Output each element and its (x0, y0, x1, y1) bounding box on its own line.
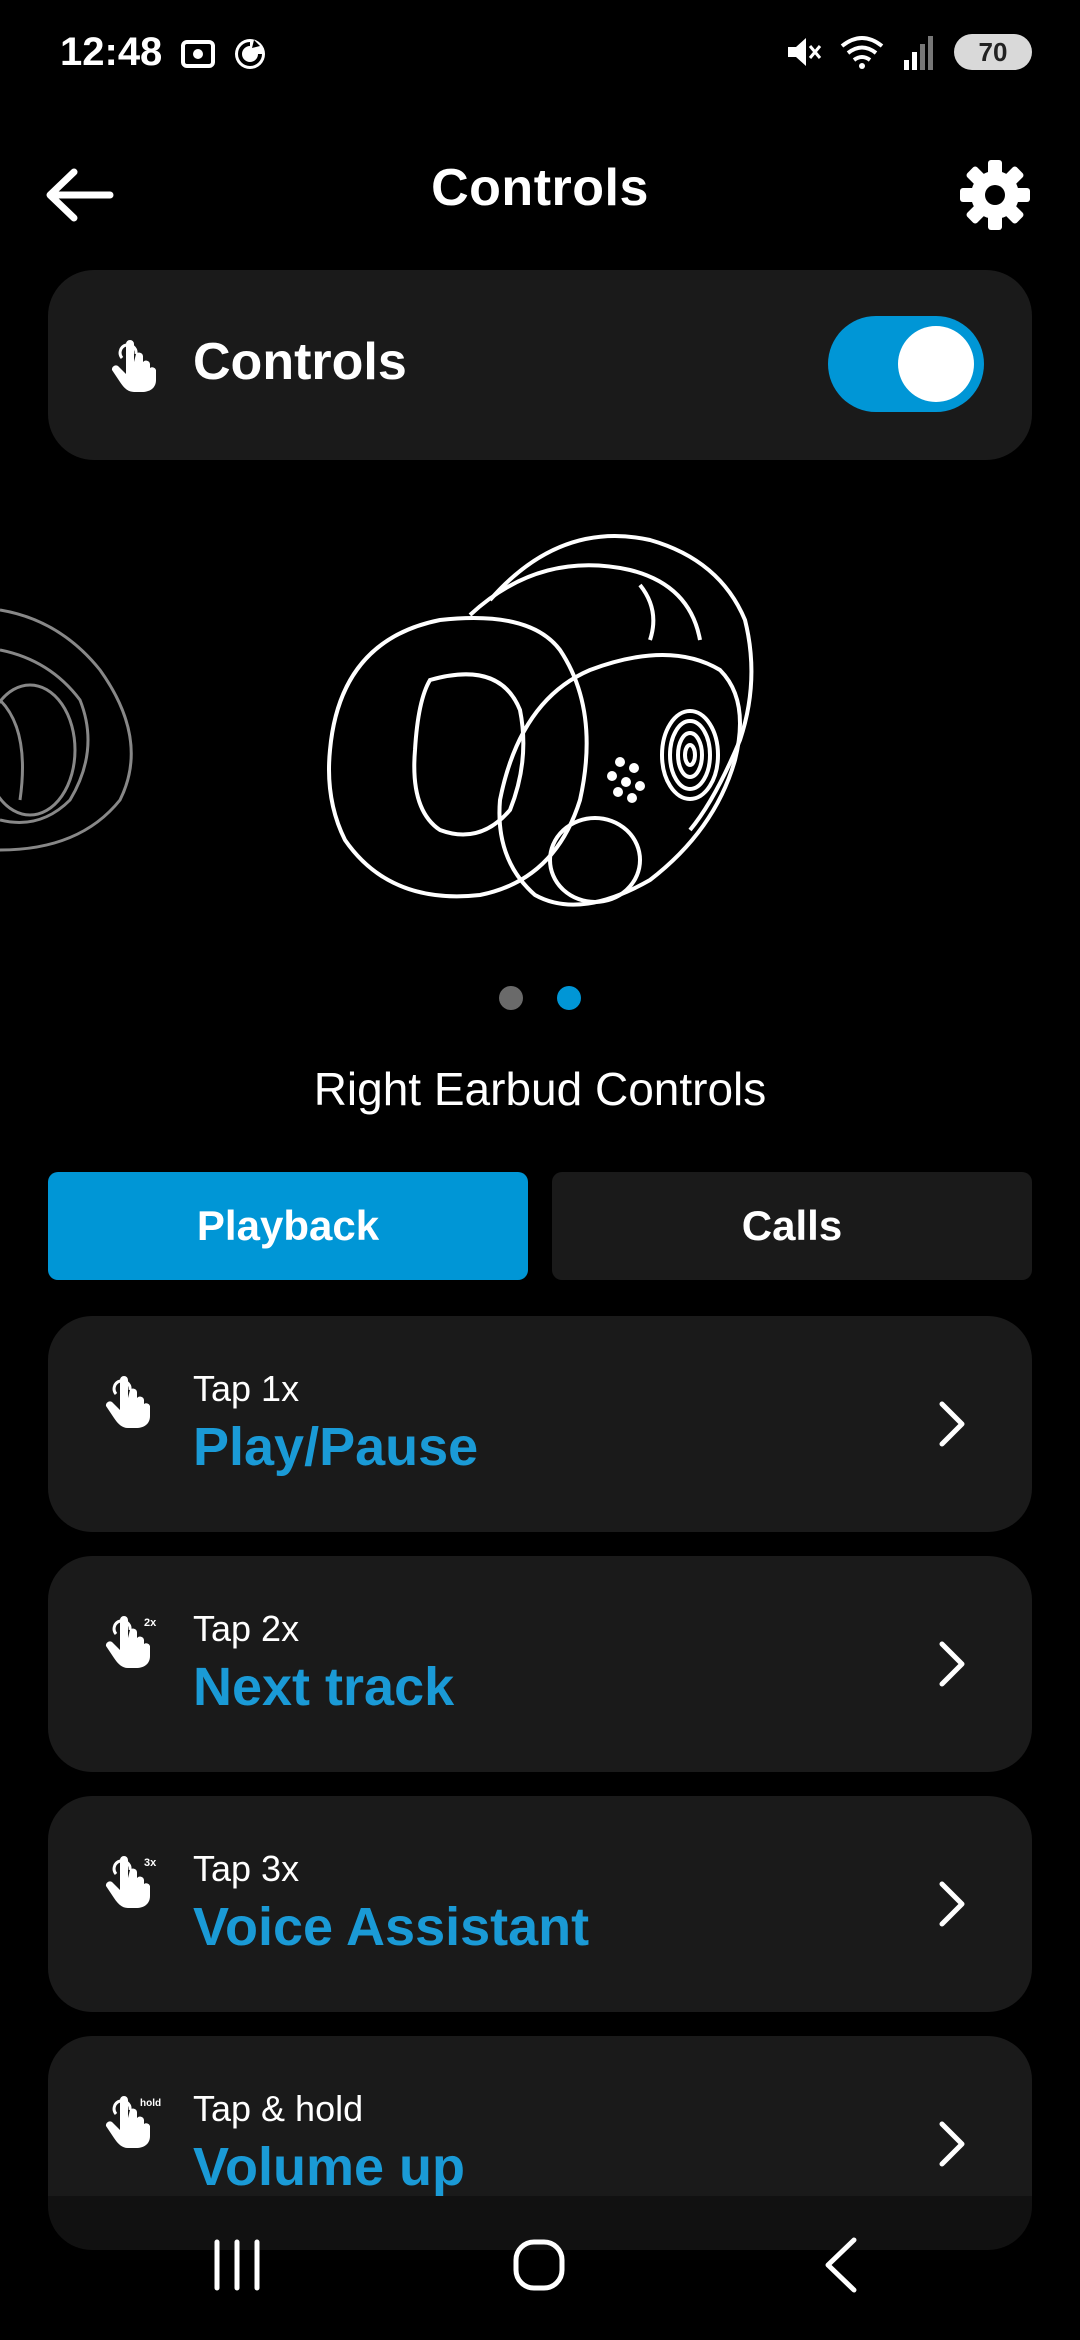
status-bar: 12:48 70 (0, 0, 1080, 110)
gesture-badge: 3x (144, 1857, 157, 1869)
battery-icon: 70 (954, 34, 1032, 70)
gesture-row-tap-1x[interactable]: Tap 1x Play/Pause (48, 1316, 1032, 1532)
back-chevron-icon (825, 2237, 857, 2293)
mute-icon (788, 38, 822, 66)
carousel-indicator (0, 986, 1080, 1010)
gesture-row-tap-2x[interactable]: 2x Tap 2x Next track (48, 1556, 1032, 1772)
earbud-carousel[interactable] (0, 500, 1080, 960)
gesture-badge: 2x (144, 1617, 157, 1629)
gesture-action: Volume up (193, 2137, 466, 2197)
carousel-dot-2[interactable] (557, 986, 581, 1010)
status-icons-left (178, 34, 270, 74)
signal-icon (904, 36, 933, 70)
gesture-label: Tap 1x (193, 1368, 300, 1409)
controls-toggle-switch[interactable] (828, 316, 984, 412)
tab-playback[interactable]: Playback (48, 1172, 528, 1280)
chevron-right-icon (939, 2121, 965, 2167)
page-title: Controls (431, 159, 649, 217)
header: Controls (0, 120, 1080, 250)
hand-double-tap-icon: 2x (105, 1616, 157, 1668)
hand-tap-icon (105, 1376, 150, 1428)
back-nav-button[interactable] (796, 2230, 886, 2300)
recent-apps-icon (214, 2239, 260, 2291)
home-icon (513, 2239, 565, 2291)
chevron-right-icon (939, 1641, 965, 1687)
controls-label: Controls (193, 333, 407, 391)
gesture-row-tap-3x[interactable]: 3x Tap 3x Voice Assistant (48, 1796, 1032, 2012)
mic-holes (607, 757, 645, 803)
hand-hold-icon: hold (105, 2096, 161, 2148)
wifi-icon (840, 36, 884, 69)
earbud-illustration (0, 534, 754, 907)
hand-triple-tap-icon: 3x (105, 1856, 157, 1908)
screenshot-icon (181, 40, 215, 68)
right-earbud-image (327, 534, 754, 907)
hand-tap-icon (111, 340, 156, 392)
gear-icon (960, 160, 1030, 230)
carousel-dot-1[interactable] (499, 986, 523, 1010)
section-title: Right Earbud Controls (313, 1063, 767, 1115)
chevron-right-icon (939, 1401, 965, 1447)
gesture-label: Tap 2x (193, 1608, 300, 1649)
gesture-badge: hold (140, 2098, 161, 2109)
home-button[interactable] (494, 2230, 584, 2300)
gesture-action: Next track (193, 1657, 455, 1717)
gesture-label: Tap & hold (193, 2088, 364, 2129)
status-time: 12:48 (60, 30, 163, 74)
toggle-knob (898, 326, 974, 402)
sync-icon (235, 39, 265, 69)
gesture-label: Tap 3x (193, 1848, 300, 1889)
gesture-action: Play/Pause (193, 1417, 479, 1477)
status-icons-right: 70 (782, 32, 1032, 72)
battery-level: 70 (978, 36, 1008, 67)
tab-calls[interactable]: Calls (552, 1172, 1032, 1280)
left-earbud-image (0, 608, 133, 852)
chevron-right-icon (939, 1881, 965, 1927)
settings-button[interactable] (950, 150, 1040, 240)
tab-bar: Playback Calls (48, 1172, 1032, 1280)
gesture-action: Voice Assistant (193, 1897, 590, 1957)
controls-toggle-card: Controls (48, 270, 1032, 460)
recent-apps-button[interactable] (192, 2230, 282, 2300)
